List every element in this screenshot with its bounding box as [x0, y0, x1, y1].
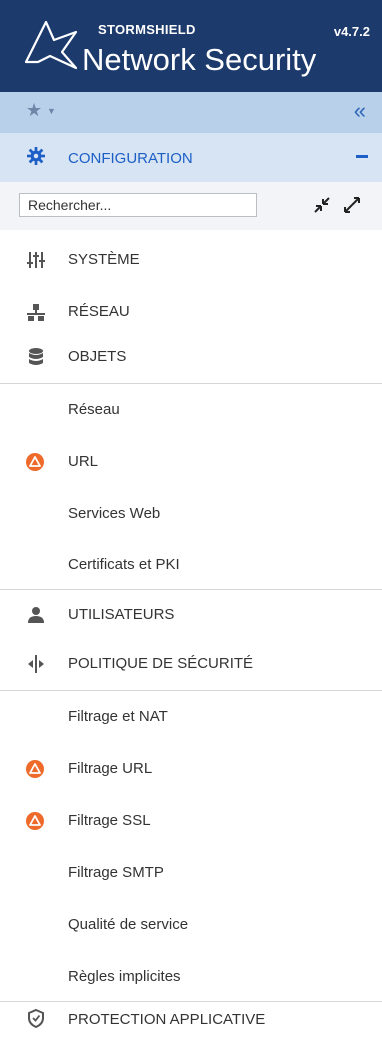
- arrows-icon: [28, 655, 44, 673]
- menu-item-objets[interactable]: OBJETS: [0, 331, 382, 383]
- submenu-item-qualite-service[interactable]: Qualité de service: [0, 899, 382, 951]
- menu-label: RÉSEAU: [68, 303, 130, 320]
- submenu-label: Filtrage SSL: [68, 812, 151, 829]
- menu-label: SYSTÈME: [68, 251, 140, 268]
- search-row: [0, 182, 382, 230]
- submenu-label: Règles implicites: [68, 968, 181, 985]
- warning-icon: [26, 812, 44, 830]
- submenu-label: URL: [68, 453, 99, 470]
- submenu-item-filtrage-smtp[interactable]: Filtrage SMTP: [0, 847, 382, 899]
- user-icon: [28, 607, 44, 623]
- submenu-item-url[interactable]: URL: [0, 436, 382, 488]
- configuration-label: CONFIGURATION: [68, 150, 193, 167]
- version-label: v4.7.2: [333, 24, 370, 39]
- shield-icon: [28, 1008, 44, 1028]
- caret-down-icon[interactable]: ▼: [47, 106, 56, 116]
- collapse-section-icon[interactable]: [356, 155, 368, 158]
- menu-item-politique-securite[interactable]: POLITIQUE DE SÉCURITÉ: [0, 638, 382, 690]
- star-icon[interactable]: ★: [26, 100, 42, 121]
- search-input[interactable]: [19, 193, 257, 217]
- gear-icon: [27, 147, 45, 165]
- submenu-label: Certificats et PKI: [68, 556, 180, 573]
- submenu-item-filtrage-nat[interactable]: Filtrage et NAT: [0, 691, 382, 743]
- submenu-label: Filtrage et NAT: [68, 708, 168, 725]
- app-header: STORMSHIELD v4.7.2 Network Security: [0, 0, 382, 92]
- favorites-bar: ★ ▼ «: [0, 92, 382, 133]
- submenu-label: Qualité de service: [68, 916, 189, 933]
- warning-icon: [26, 453, 44, 471]
- submenu-label: Réseau: [68, 401, 120, 418]
- menu-label: OBJETS: [68, 348, 127, 365]
- submenu-label: Filtrage URL: [68, 760, 153, 777]
- collapse-menu-button[interactable]: «: [354, 100, 366, 122]
- submenu-item-services-web[interactable]: Services Web: [0, 488, 382, 540]
- submenu-item-reseau[interactable]: Réseau: [0, 384, 382, 436]
- submenu-item-filtrage-ssl[interactable]: Filtrage SSL: [0, 795, 382, 847]
- submenu-label: Filtrage SMTP: [68, 864, 164, 881]
- configuration-header[interactable]: CONFIGURATION: [0, 133, 382, 182]
- sliders-icon: [27, 252, 45, 268]
- menu-item-systeme[interactable]: SYSTÈME: [0, 234, 382, 286]
- warning-icon: [26, 760, 44, 778]
- stormshield-logo-icon: [24, 20, 78, 70]
- submenu-item-certificats[interactable]: Certificats et PKI: [0, 539, 382, 591]
- menu-label: UTILISATEURS: [68, 606, 175, 623]
- menu-label: POLITIQUE DE SÉCURITÉ: [68, 655, 254, 672]
- network-icon: [27, 304, 45, 321]
- submenu-item-regles-implicites[interactable]: Règles implicites: [0, 951, 382, 1003]
- menu-item-protection-applicative[interactable]: PROTECTION APPLICATIVE: [0, 1002, 382, 1054]
- menu-label: PROTECTION APPLICATIVE: [68, 1011, 266, 1028]
- menu-item-utilisateurs[interactable]: UTILISATEURS: [0, 589, 382, 641]
- submenu-item-filtrage-url[interactable]: Filtrage URL: [0, 743, 382, 795]
- collapse-all-icon[interactable]: [313, 196, 331, 214]
- expand-all-icon[interactable]: [343, 196, 361, 214]
- submenu-label: Services Web: [68, 505, 161, 522]
- database-icon: [29, 348, 43, 365]
- product-name: Network Security: [82, 42, 317, 77]
- brand-name: STORMSHIELD: [98, 22, 196, 37]
